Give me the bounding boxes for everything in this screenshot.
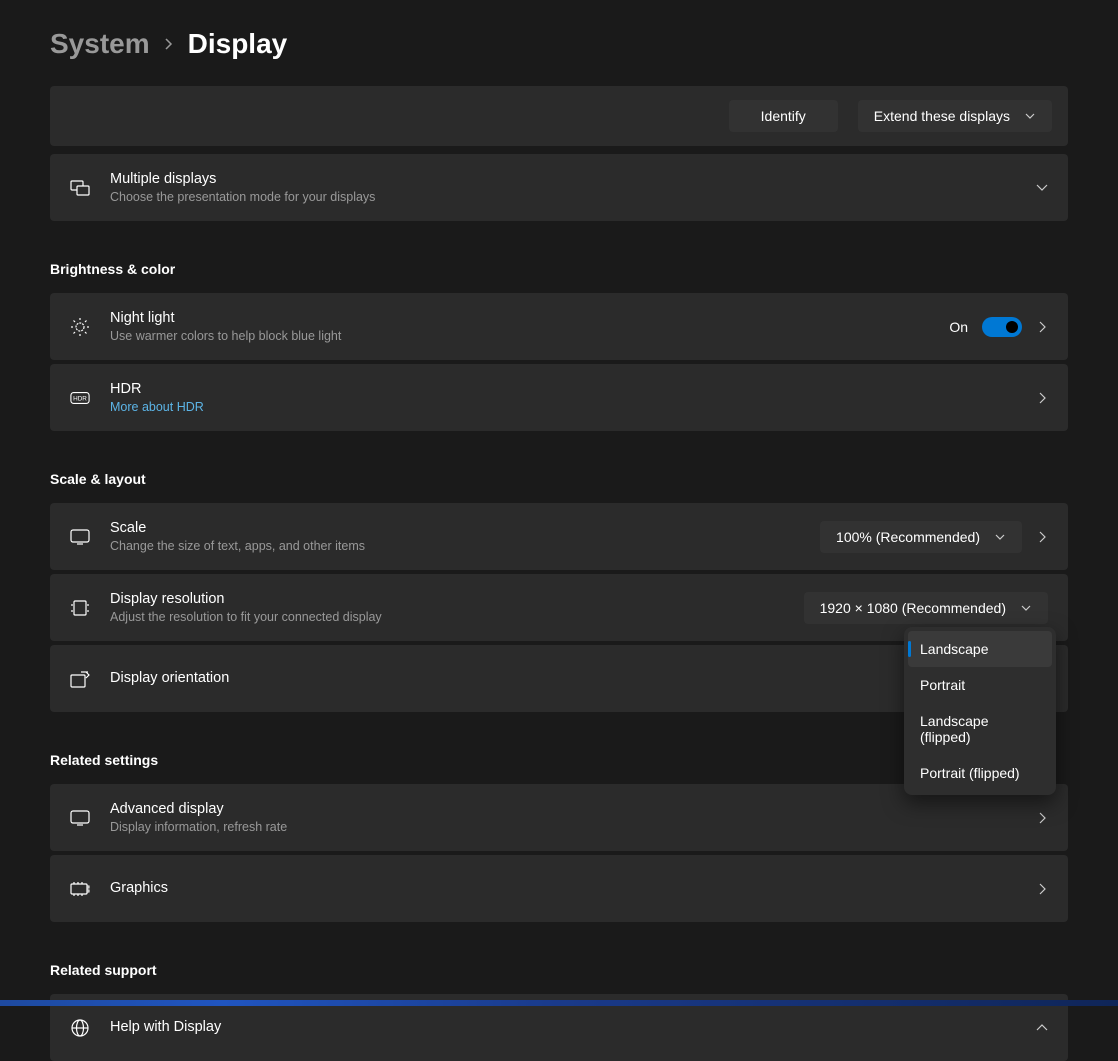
- scale-value: 100% (Recommended): [836, 529, 980, 545]
- orientation-option-landscape-flipped[interactable]: Landscape (flipped): [908, 703, 1052, 755]
- multiple-displays-icon: [70, 178, 90, 198]
- multiple-displays-row[interactable]: Multiple displays Choose the presentatio…: [50, 154, 1068, 221]
- advanced-display-sub: Display information, refresh rate: [110, 819, 1016, 837]
- section-scale-layout: Scale & layout: [50, 471, 1068, 487]
- graphics-title: Graphics: [110, 878, 1016, 898]
- orientation-option-portrait-flipped[interactable]: Portrait (flipped): [908, 755, 1052, 791]
- breadcrumb-parent[interactable]: System: [50, 28, 150, 60]
- scale-dropdown[interactable]: 100% (Recommended): [820, 521, 1022, 553]
- chevron-down-icon: [1020, 602, 1032, 614]
- hdr-row[interactable]: HDR HDR More about HDR: [50, 364, 1068, 431]
- night-light-sub: Use warmer colors to help block blue lig…: [110, 328, 929, 346]
- graphics-icon: [70, 879, 90, 899]
- breadcrumb-current: Display: [188, 28, 288, 60]
- chevron-right-icon: [1036, 321, 1048, 333]
- resolution-title: Display resolution: [110, 589, 784, 609]
- orientation-dropdown-menu: Landscape Portrait Landscape (flipped) P…: [904, 627, 1056, 795]
- night-light-icon: [70, 317, 90, 337]
- svg-text:HDR: HDR: [73, 395, 87, 402]
- resolution-value: 1920 × 1080 (Recommended): [820, 600, 1006, 616]
- scale-title: Scale: [110, 518, 800, 538]
- advanced-display-icon: [70, 808, 90, 828]
- chevron-up-icon: [1036, 1022, 1048, 1034]
- extend-displays-dropdown[interactable]: Extend these displays: [858, 100, 1052, 132]
- hdr-icon: HDR: [70, 388, 90, 408]
- multiple-displays-title: Multiple displays: [110, 169, 1016, 189]
- resolution-dropdown[interactable]: 1920 × 1080 (Recommended): [804, 592, 1048, 624]
- chevron-down-icon: [994, 531, 1006, 543]
- orientation-icon: [70, 669, 90, 689]
- hdr-title: HDR: [110, 379, 1016, 399]
- help-display-title: Help with Display: [110, 1017, 1016, 1037]
- graphics-row[interactable]: Graphics: [50, 855, 1068, 922]
- orientation-option-landscape[interactable]: Landscape: [908, 631, 1052, 667]
- chevron-right-icon: [164, 37, 174, 51]
- resolution-icon: [70, 598, 90, 618]
- chevron-down-icon: [1036, 182, 1048, 194]
- scale-icon: [70, 527, 90, 547]
- night-light-title: Night light: [110, 308, 929, 328]
- chevron-right-icon: [1036, 883, 1048, 895]
- section-brightness-color: Brightness & color: [50, 261, 1068, 277]
- scale-sub: Change the size of text, apps, and other…: [110, 538, 800, 556]
- hdr-more-link[interactable]: More about HDR: [110, 399, 1016, 417]
- taskbar[interactable]: [0, 1000, 1118, 1006]
- scale-row[interactable]: Scale Change the size of text, apps, and…: [50, 503, 1068, 570]
- breadcrumb: System Display: [50, 0, 1068, 86]
- orientation-option-portrait[interactable]: Portrait: [908, 667, 1052, 703]
- night-light-state: On: [949, 319, 968, 335]
- resolution-sub: Adjust the resolution to fit your connec…: [110, 609, 784, 627]
- chevron-down-icon: [1024, 110, 1036, 122]
- chevron-right-icon: [1036, 812, 1048, 824]
- section-related-support: Related support: [50, 962, 1068, 978]
- extend-displays-label: Extend these displays: [874, 108, 1010, 124]
- identify-button[interactable]: Identify: [729, 100, 838, 132]
- multiple-displays-sub: Choose the presentation mode for your di…: [110, 189, 1016, 207]
- night-light-toggle[interactable]: [982, 317, 1022, 337]
- chevron-right-icon: [1036, 392, 1048, 404]
- night-light-row[interactable]: Night light Use warmer colors to help bl…: [50, 293, 1068, 360]
- display-arrangement-card: Identify Extend these displays: [50, 86, 1068, 146]
- help-icon: [70, 1018, 90, 1038]
- chevron-right-icon: [1036, 531, 1048, 543]
- advanced-display-title: Advanced display: [110, 799, 1016, 819]
